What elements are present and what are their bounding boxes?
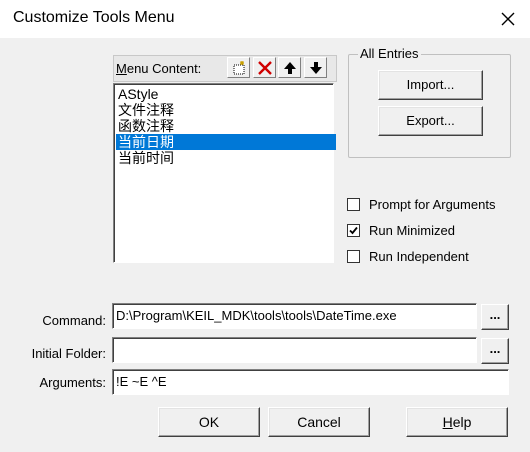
- run-minimized-checkbox[interactable]: [347, 224, 360, 237]
- move-up-button[interactable]: [278, 57, 301, 78]
- list-item[interactable]: 当前时间: [116, 150, 336, 166]
- command-browse-button[interactable]: ...: [481, 304, 509, 330]
- cancel-button[interactable]: Cancel: [268, 407, 370, 437]
- help-button[interactable]: Help: [406, 407, 508, 437]
- new-item-icon: [233, 61, 245, 75]
- help-mnemonic: H: [442, 414, 453, 430]
- delete-icon: [258, 61, 272, 75]
- close-icon: [501, 12, 515, 26]
- menu-content-mnemonic: M: [116, 61, 127, 76]
- ok-button[interactable]: OK: [158, 407, 260, 437]
- prompt-arguments-checkbox[interactable]: [347, 198, 360, 211]
- all-entries-title: All Entries: [358, 46, 421, 61]
- import-button[interactable]: Import...: [378, 70, 483, 100]
- move-down-button[interactable]: [304, 57, 327, 78]
- window-title: Customize Tools Menu: [13, 9, 175, 26]
- help-label-rest: elp: [452, 414, 472, 430]
- move-down-icon: [310, 62, 322, 74]
- new-item-button[interactable]: [227, 57, 250, 78]
- command-label: Command:: [42, 313, 106, 328]
- move-up-icon: [284, 62, 296, 74]
- list-item-selected[interactable]: 当前日期: [116, 134, 336, 150]
- list-item[interactable]: 文件注释: [116, 102, 336, 118]
- command-field[interactable]: D:\Program\KEIL_MDK\tools\tools\DateTime…: [112, 303, 477, 329]
- export-button[interactable]: Export...: [378, 106, 483, 136]
- initial-folder-browse-button[interactable]: ...: [481, 338, 509, 364]
- run-independent-checkbox[interactable]: [347, 250, 360, 263]
- initial-folder-field[interactable]: [112, 337, 477, 363]
- close-button[interactable]: [488, 2, 528, 36]
- list-item[interactable]: 函数注释: [116, 118, 336, 134]
- delete-button[interactable]: [253, 57, 276, 78]
- initial-folder-label: Initial Folder:: [31, 346, 106, 361]
- menu-content-list[interactable]: AStyle 文件注释 函数注释 当前日期 当前时间: [113, 83, 336, 263]
- arguments-label: Arguments:: [39, 375, 106, 390]
- menu-content-label-rest: enu Content:: [126, 61, 202, 76]
- arguments-field[interactable]: !E ~E ^E: [112, 369, 509, 395]
- checkmark-icon: [349, 226, 358, 235]
- run-minimized-label: Run Minimized: [369, 223, 455, 238]
- list-item[interactable]: AStyle: [116, 86, 336, 102]
- run-independent-label: Run Independent: [369, 249, 469, 264]
- prompt-arguments-label: Prompt for Arguments: [369, 197, 496, 212]
- menu-content-label: Menu Content:: [116, 61, 201, 76]
